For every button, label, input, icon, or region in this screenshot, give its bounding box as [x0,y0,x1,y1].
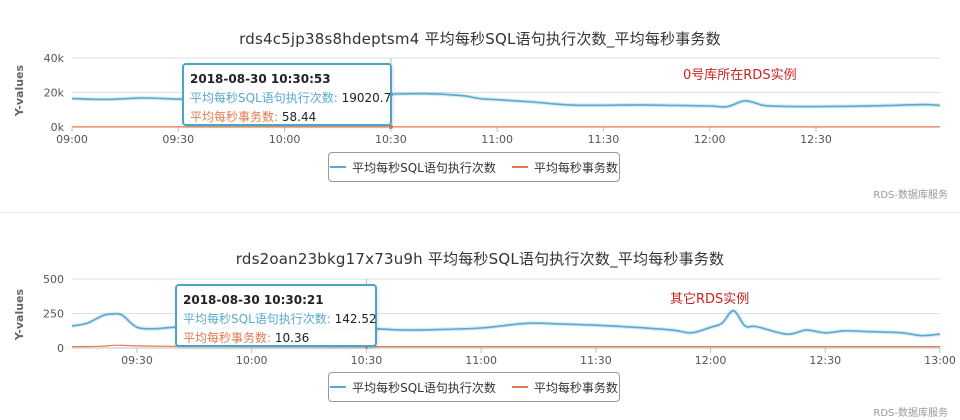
chart-panel-bottom: rds2oan23bkg17x73u9h 平均每秒SQL语句执行次数_平均每秒事… [0,238,960,420]
x-tick-label: 09:30 [121,354,153,367]
y-tick-label: 250 [43,308,64,321]
x-tick-label: 12:30 [809,354,841,367]
legend-tps-line-icon [511,386,528,388]
x-tick-label: 13:00 [924,354,956,367]
chart-plot-area[interactable]: 0 250 500 09:30 10:00 10:30 11:00 11:30 12:00 12:… [0,0,960,390]
y-tick-label: 500 [43,273,64,286]
legend-item-tps[interactable]: 平均每秒事务数 [511,379,618,396]
tooltip-sql-label: 平均每秒SQL语句执行次数: [183,312,331,326]
legend-tps-label: 平均每秒事务数 [533,380,618,395]
chart-tooltip: 2018-08-30 10:30:21 平均每秒SQL语句执行次数: 142.5… [175,284,377,347]
chart-legend: 平均每秒SQL语句执行次数 平均每秒事务数 [328,372,620,402]
legend-item-sql[interactable]: 平均每秒SQL语句执行次数 [330,379,496,396]
x-tick-label: 10:30 [351,354,383,367]
tooltip-time: 2018-08-30 10:30:21 [183,293,324,307]
x-tick-label: 12:00 [695,354,727,367]
x-tick-label: 11:00 [465,354,497,367]
x-tick-label: 11:30 [580,354,612,367]
x-tick-label: 10:00 [236,354,268,367]
tooltip-sql-value: 142.52 [334,312,377,326]
chart-credit[interactable]: RDS-数据库服务 [873,404,948,419]
chart-annotation: 其它RDS实例 [670,292,750,307]
tooltip-tps-label: 平均每秒事务数: [183,331,272,345]
tooltip-tps-value: 10.36 [274,331,310,345]
y-tick-label: 0 [57,342,64,355]
legend-sql-line-icon [330,386,347,388]
legend-sql-label: 平均每秒SQL语句执行次数 [352,380,496,395]
